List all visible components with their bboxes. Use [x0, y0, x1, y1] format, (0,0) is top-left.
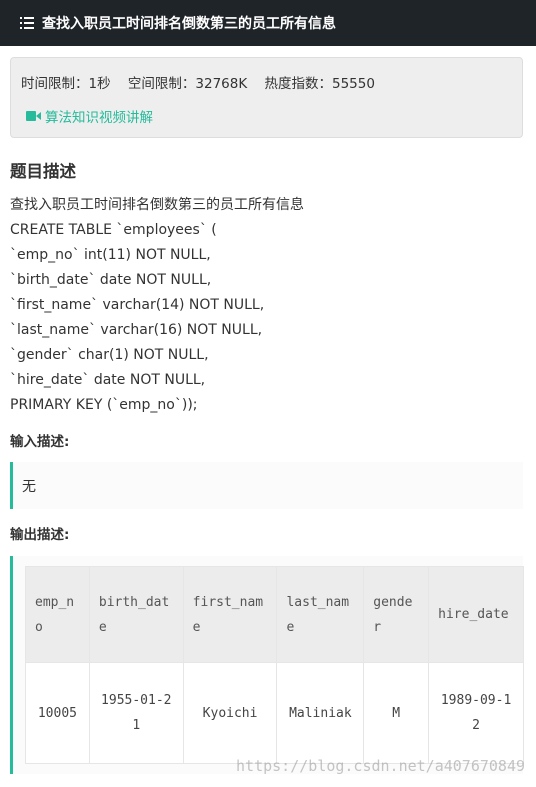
top-header: 查找入职员工时间排名倒数第三的员工所有信息: [0, 0, 536, 46]
table-cell: 10005: [25, 662, 90, 764]
description-line: `emp_no` int(11) NOT NULL,: [10, 247, 211, 263]
table-row: 10005 1955-01-21 Kyoichi Maliniak M 1989…: [25, 662, 524, 764]
column-header: birth_date: [88, 566, 184, 663]
column-header: hire_date: [428, 566, 524, 663]
description-line: `birth_date` date NOT NULL,: [10, 272, 212, 288]
list-icon: [20, 17, 34, 29]
description-line: PRIMARY KEY (`emp_no`));: [10, 397, 198, 413]
description-line: 查找入职员工时间排名倒数第三的员工所有信息: [10, 197, 304, 213]
video-camera-icon: [26, 111, 41, 121]
time-limit: 时间限制：1秒: [21, 76, 111, 92]
page-title: 查找入职员工时间排名倒数第三的员工所有信息: [42, 16, 336, 32]
column-header: emp_no: [25, 566, 90, 663]
table-cell: 1989-09-12: [428, 662, 524, 764]
description-line: `gender` char(1) NOT NULL,: [10, 347, 209, 363]
problem-stats: 时间限制：1秒 空间限制：32768K 热度指数：55550: [21, 72, 388, 92]
video-explanation-link[interactable]: 算法知识视频讲解: [26, 106, 153, 126]
section-title-description: 题目描述: [10, 162, 76, 181]
heat-index: 热度指数：55550: [264, 76, 375, 92]
column-header: last_name: [276, 566, 365, 663]
output-description-block: emp_no birth_date first_name last_name g…: [10, 556, 524, 774]
output-table: emp_no birth_date first_name last_name g…: [25, 566, 524, 764]
problem-info-box: 时间限制：1秒 空间限制：32768K 热度指数：55550 算法知识视频讲解: [10, 57, 523, 138]
input-description-title: 输入描述:: [10, 434, 70, 450]
description-line: `last_name` varchar(16) NOT NULL,: [10, 322, 263, 338]
column-header: gender: [363, 566, 430, 663]
column-header: first_name: [182, 566, 278, 663]
description-line: `hire_date` date NOT NULL,: [10, 372, 206, 388]
input-description-block: 无: [10, 462, 523, 509]
video-link-label[interactable]: 算法知识视频讲解: [45, 106, 153, 126]
input-description-text: 无: [22, 478, 36, 495]
description-line: CREATE TABLE `employees` (: [10, 222, 217, 238]
space-limit: 空间限制：32768K: [127, 76, 248, 92]
table-cell: 1955-01-21: [88, 662, 184, 764]
watermark: https://blog.csdn.net/a407670849: [236, 757, 525, 775]
table-cell: Kyoichi: [182, 662, 278, 764]
output-description-title: 输出描述:: [10, 527, 70, 543]
table-header-row: emp_no birth_date first_name last_name g…: [25, 566, 524, 663]
problem-description: 查找入职员工时间排名倒数第三的员工所有信息 CREATE TABLE `empl…: [10, 193, 304, 418]
table-cell: Maliniak: [276, 662, 365, 764]
table-cell: M: [363, 662, 430, 764]
description-line: `first_name` varchar(14) NOT NULL,: [10, 297, 265, 313]
